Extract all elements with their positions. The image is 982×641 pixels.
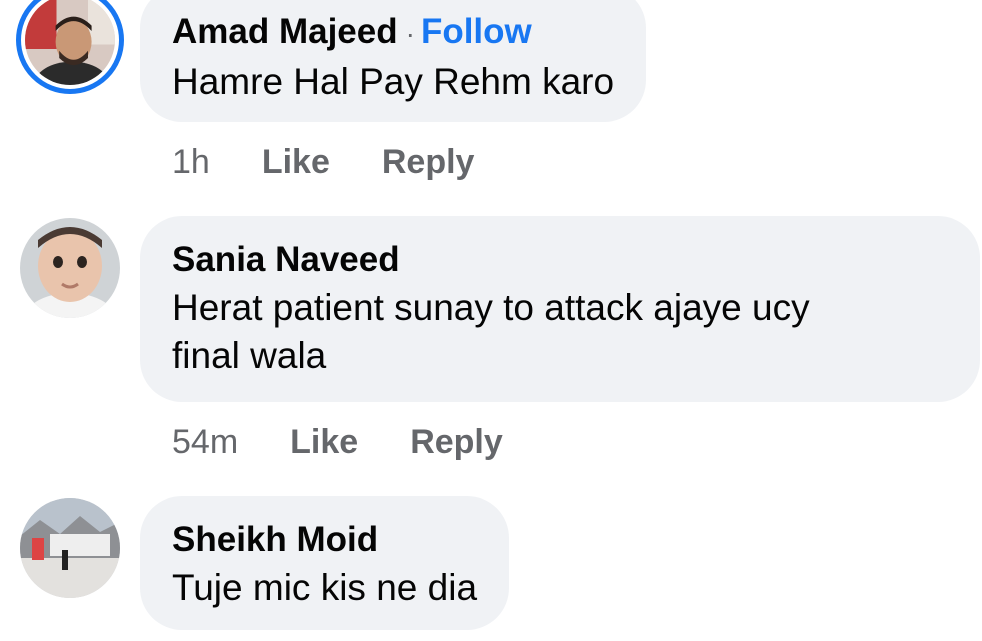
avatar[interactable] <box>20 218 120 318</box>
comment-text-line-1: Herat patient sunay to attack ajaye ucy <box>172 287 810 328</box>
timestamp[interactable]: 54m <box>172 423 238 461</box>
profile-photo-icon <box>20 498 120 598</box>
comment-actions: 1h Like Reply <box>172 142 474 182</box>
timestamp[interactable]: 1h <box>172 143 210 181</box>
author-name[interactable]: Sania Naveed <box>172 236 948 284</box>
reply-button[interactable]: Reply <box>410 423 503 461</box>
like-button[interactable]: Like <box>262 143 330 181</box>
author-line: Amad Majeed · Follow <box>172 8 614 58</box>
comment-bubble: Sania Naveed Herat patient sunay to atta… <box>140 216 980 402</box>
separator-dot: · <box>405 18 415 49</box>
avatar[interactable] <box>20 498 120 598</box>
profile-photo-icon <box>20 218 120 318</box>
follow-button[interactable]: Follow <box>421 12 532 51</box>
author-name[interactable]: Amad Majeed <box>172 12 398 51</box>
comment-bubble: Amad Majeed · Follow Hamre Hal Pay Rehm ka… <box>140 0 647 122</box>
comment-text-line-2: final wala <box>172 335 327 376</box>
comment-actions: 54m Like Reply <box>172 422 503 462</box>
author-name[interactable]: Sheikh Moid <box>172 516 477 564</box>
comment-bubble: Sheikh Moid Tuje mic kis ne dia <box>140 496 510 630</box>
comment-text: Hamre Hal Pay Rehm karo <box>172 61 615 102</box>
comment-text: Tuje mic kis ne dia <box>172 567 478 608</box>
reply-button[interactable]: Reply <box>382 143 475 181</box>
profile-photo-icon <box>25 0 115 85</box>
like-button[interactable]: Like <box>290 423 358 461</box>
avatar[interactable] <box>16 0 124 94</box>
